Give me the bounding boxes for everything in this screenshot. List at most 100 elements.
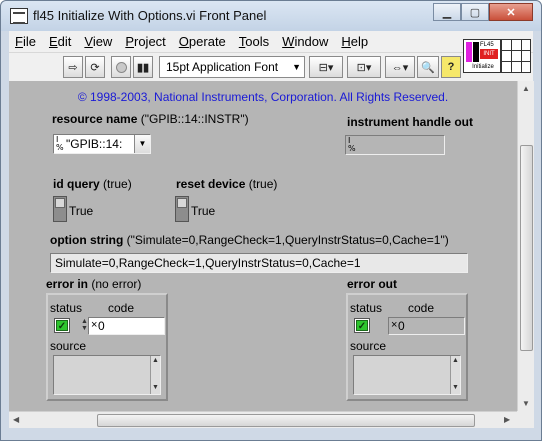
menu-operate[interactable]: Operate: [179, 34, 226, 49]
scroll-down-icon[interactable]: ▼: [522, 399, 530, 408]
error-in-code-field[interactable]: × 0: [88, 317, 165, 335]
front-panel: © 1998-2003, National Instruments, Corpo…: [9, 81, 517, 411]
vertical-scroll-thumb[interactable]: [520, 145, 533, 351]
title-bar[interactable]: fl45 Initialize With Options.vi Front Pa…: [1, 1, 541, 31]
menu-view[interactable]: View: [84, 34, 112, 49]
horizontal-scroll-thumb[interactable]: [97, 414, 475, 427]
option-string-value: Simulate=0,RangeCheck=1,QueryInstrStatus…: [55, 256, 361, 270]
menu-tools[interactable]: Tools: [239, 34, 269, 49]
scroll-right-icon[interactable]: ▶: [504, 415, 510, 424]
maximize-button[interactable]: ▢: [461, 3, 489, 21]
menu-file-rest: ile: [22, 34, 36, 49]
reset-device-switch[interactable]: [175, 196, 189, 222]
error-out-code-field: × 0: [388, 317, 465, 335]
chevron-down-icon[interactable]: ▼: [134, 135, 150, 153]
pause-icon: ▮▮: [136, 61, 150, 74]
vi-icon[interactable]: FL45 INIT Initialize: [463, 39, 501, 73]
reset-device-label-text: reset device: [176, 177, 246, 191]
help-icon: ?: [447, 61, 455, 73]
increment-decrement-icon[interactable]: ▲ ▼: [81, 318, 88, 332]
abort-icon: [115, 61, 127, 73]
menu-file[interactable]: File: [15, 34, 36, 49]
error-out-code-label: code: [408, 301, 435, 315]
close-button[interactable]: ✕: [489, 3, 533, 21]
error-in-code-value: 0: [98, 319, 105, 333]
vi-icon-block: [466, 42, 472, 62]
source-scrollbar[interactable]: ▲ ▼: [150, 356, 160, 394]
vi-icon-text-1: FL45: [480, 42, 494, 48]
resize-icon: ⇔▾: [391, 61, 409, 74]
error-in-status-label: status: [50, 301, 83, 315]
option-string-label-text: option string: [50, 233, 124, 247]
error-in-source-field[interactable]: ▲ ▼: [53, 355, 161, 395]
run-continuous-icon: ⟳: [90, 61, 100, 74]
option-string-input[interactable]: Simulate=0,RangeCheck=1,QueryInstrStatus…: [50, 253, 468, 273]
menu-help-rest: elp: [350, 34, 369, 49]
pause-button[interactable]: ▮▮: [133, 56, 153, 78]
context-help-button[interactable]: ?: [441, 56, 461, 78]
run-button[interactable]: ⇨: [63, 56, 83, 78]
resource-name-default: ("GPIB::14::INSTR"): [140, 112, 249, 126]
instrument-handle-out-label: instrument handle out: [347, 115, 473, 129]
error-out-status-label: status: [350, 301, 383, 315]
error-out-source-label: source: [350, 339, 387, 353]
menu-project-rest: roject: [134, 34, 166, 49]
run-continuously-button[interactable]: ⟳: [85, 56, 105, 78]
menu-help[interactable]: Help: [341, 34, 368, 49]
id-query-switch[interactable]: [53, 196, 67, 222]
menu-project[interactable]: Project: [125, 34, 165, 49]
switch-knob: [55, 198, 65, 208]
connector-line: [502, 50, 530, 51]
menu-window[interactable]: Window: [282, 34, 328, 49]
resource-name-value: "GPIB::14:: [66, 137, 123, 151]
error-in-label: error in (no error): [46, 277, 141, 291]
abort-button[interactable]: [111, 56, 131, 78]
id-query-default: (true): [103, 177, 132, 191]
error-out-code-value: 0: [398, 319, 405, 333]
scrollbar-corner: [517, 411, 534, 428]
window-title: fl45 Initialize With Options.vi Front Pa…: [33, 8, 267, 23]
resource-name-label-text: resource name: [52, 112, 138, 126]
minimize-icon: ▁: [442, 6, 452, 19]
option-string-default: ("Simulate=0,RangeCheck=1,QueryInstrStat…: [126, 233, 449, 247]
font-select-value: 15pt Application Font: [166, 60, 279, 74]
close-icon: ✕: [506, 6, 516, 19]
distribute-objects-button[interactable]: ⊡▾: [347, 56, 381, 78]
source-scrollbar[interactable]: ▲ ▼: [450, 356, 460, 394]
error-out-label-text: error out: [347, 277, 398, 291]
search-button[interactable]: 🔍: [417, 56, 439, 78]
distribute-icon: ⊡▾: [356, 61, 372, 74]
menu-operate-rest: perate: [188, 34, 226, 49]
scroll-down-icon: ▼: [152, 384, 159, 391]
vi-icon-text-2: INIT: [480, 49, 498, 59]
switch-knob: [177, 198, 187, 208]
window-bottom-border: [1, 428, 541, 440]
error-in-status-checkbox[interactable]: ✓: [54, 318, 70, 333]
resource-name-control[interactable]: I% "GPIB::14: ▼: [53, 134, 151, 154]
menu-view-rest: iew: [92, 34, 113, 49]
checkmark-icon: ✓: [356, 320, 368, 332]
window-controls: ▁ ▢ ✕: [433, 3, 533, 21]
scroll-left-icon[interactable]: ◀: [13, 415, 19, 424]
font-select[interactable]: 15pt Application Font ▼: [159, 56, 305, 78]
resource-name-label: resource name ("GPIB::14::INSTR"): [52, 112, 249, 126]
menu-edit[interactable]: Edit: [49, 34, 71, 49]
resize-objects-button[interactable]: ⇔▾: [385, 56, 415, 78]
id-query-value: True: [69, 204, 94, 218]
option-string-label: option string ("Simulate=0,RangeCheck=1,…: [50, 233, 449, 247]
connector-pane-icon[interactable]: [501, 39, 531, 73]
error-in-source-label: source: [50, 339, 87, 353]
vertical-scrollbar[interactable]: ▲ ▼: [517, 81, 534, 411]
horizontal-scrollbar[interactable]: ◀ ▶: [9, 411, 517, 428]
align-objects-button[interactable]: ⊟▾: [309, 56, 343, 78]
io-resource-icon: I%: [56, 135, 64, 152]
menu-window-rest: indow: [294, 34, 329, 49]
id-query-label-text: id query: [53, 177, 100, 191]
connector-line: [521, 40, 522, 72]
minimize-button[interactable]: ▁: [433, 3, 461, 21]
numeric-prefix-icon: ×: [391, 319, 398, 331]
scroll-down-icon: ▼: [452, 384, 459, 391]
front-panel-window: fl45 Initialize With Options.vi Front Pa…: [0, 0, 542, 441]
scroll-up-icon[interactable]: ▲: [522, 84, 530, 93]
connector-line: [502, 61, 530, 62]
